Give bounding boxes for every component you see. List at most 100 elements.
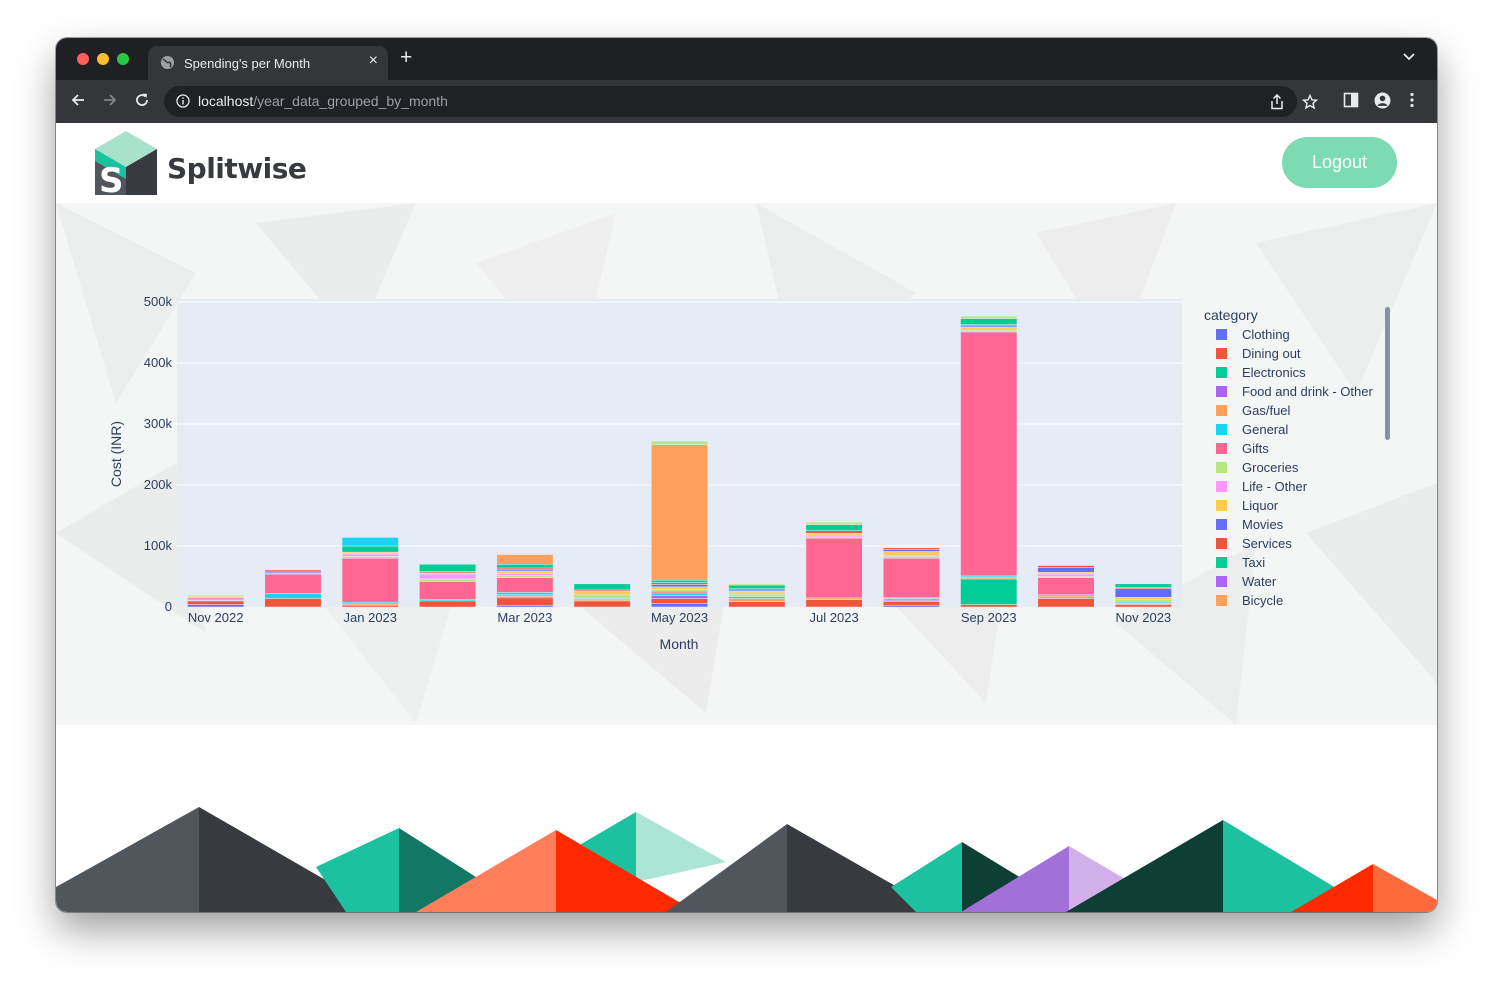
bar-segment[interactable] bbox=[187, 595, 245, 597]
legend-item[interactable]: Food and drink - Other bbox=[1216, 384, 1373, 399]
bar-segment[interactable] bbox=[960, 578, 1018, 605]
bar-segment[interactable] bbox=[651, 592, 708, 596]
bar-segment[interactable] bbox=[419, 564, 477, 572]
bar-segment[interactable] bbox=[882, 604, 940, 608]
bar-segment[interactable] bbox=[805, 597, 863, 600]
bar-segment[interactable] bbox=[341, 601, 399, 605]
profile-icon[interactable] bbox=[1374, 92, 1391, 109]
bar-segment[interactable] bbox=[496, 573, 554, 576]
side-panel-icon[interactable] bbox=[1343, 92, 1359, 108]
bar-segment[interactable] bbox=[1037, 571, 1095, 575]
legend-item[interactable]: Life - Other bbox=[1216, 479, 1308, 494]
bar-segment[interactable] bbox=[882, 551, 940, 556]
bookmark-star-icon[interactable] bbox=[1302, 94, 1318, 110]
bar-segment[interactable] bbox=[882, 601, 940, 606]
bar-segment[interactable] bbox=[496, 577, 554, 593]
bar-segment[interactable] bbox=[496, 594, 554, 597]
bar-segment[interactable] bbox=[419, 578, 477, 582]
bar-segment[interactable] bbox=[728, 583, 786, 586]
bar-segment[interactable] bbox=[341, 553, 399, 557]
bar-segment[interactable] bbox=[882, 557, 940, 598]
close-window-button[interactable] bbox=[77, 53, 89, 65]
legend-scrollbar[interactable] bbox=[1385, 307, 1390, 440]
bar-segment[interactable] bbox=[960, 331, 1018, 577]
bar-segment[interactable] bbox=[187, 600, 245, 605]
bar-segment[interactable] bbox=[728, 596, 786, 599]
close-tab-icon[interactable]: × bbox=[369, 52, 378, 70]
bar-segment[interactable] bbox=[882, 547, 940, 550]
bar-segment[interactable] bbox=[651, 586, 708, 590]
share-icon[interactable] bbox=[1270, 94, 1284, 110]
bar-segment[interactable] bbox=[651, 590, 708, 594]
minimize-window-button[interactable] bbox=[97, 53, 109, 65]
bar-segment[interactable] bbox=[651, 603, 708, 608]
bar-segment[interactable] bbox=[728, 598, 786, 602]
bar-segment[interactable] bbox=[1114, 599, 1172, 603]
bar-segment[interactable] bbox=[264, 598, 322, 608]
bar-segment[interactable] bbox=[960, 604, 1018, 608]
bar-segment[interactable] bbox=[805, 537, 863, 599]
legend-item[interactable]: Liquor bbox=[1216, 498, 1279, 513]
bar-segment[interactable] bbox=[264, 569, 322, 572]
bar-segment[interactable] bbox=[496, 567, 554, 571]
bar-segment[interactable] bbox=[805, 599, 863, 608]
bar-segment[interactable] bbox=[1114, 588, 1172, 598]
bar-segment[interactable] bbox=[728, 584, 786, 589]
info-icon[interactable] bbox=[176, 94, 190, 108]
bar-segment[interactable] bbox=[805, 534, 863, 538]
bar-segment[interactable] bbox=[341, 545, 399, 553]
bar-segment[interactable] bbox=[496, 575, 554, 578]
bar-segment[interactable] bbox=[960, 318, 1018, 325]
bar-segment[interactable] bbox=[960, 315, 1018, 319]
bar-segment[interactable] bbox=[1037, 567, 1095, 573]
maximize-window-button[interactable] bbox=[117, 53, 129, 65]
bar-segment[interactable] bbox=[728, 593, 786, 597]
legend-item[interactable]: Groceries bbox=[1216, 460, 1299, 475]
legend-item[interactable]: Gas/fuel bbox=[1216, 403, 1291, 418]
bar-segment[interactable] bbox=[341, 557, 399, 603]
bar-segment[interactable] bbox=[960, 576, 1018, 580]
bar-segment[interactable] bbox=[651, 444, 708, 581]
bar-segment[interactable] bbox=[651, 440, 708, 446]
bar-segment[interactable] bbox=[496, 597, 554, 606]
legend-item[interactable]: Taxi bbox=[1216, 555, 1265, 570]
bar-segment[interactable] bbox=[341, 551, 399, 555]
legend-item[interactable]: Dining out bbox=[1216, 346, 1301, 361]
reload-icon[interactable] bbox=[134, 92, 150, 108]
bar-segment[interactable] bbox=[960, 329, 1018, 333]
bar-segment[interactable] bbox=[651, 582, 708, 585]
bar-segment[interactable] bbox=[882, 556, 940, 559]
bar-segment[interactable] bbox=[1037, 573, 1095, 577]
bar-segment[interactable] bbox=[341, 604, 399, 608]
bar-segment[interactable] bbox=[573, 583, 631, 591]
bar-segment[interactable] bbox=[651, 589, 708, 592]
forward-arrow-icon[interactable] bbox=[102, 92, 118, 108]
bar-segment[interactable] bbox=[341, 537, 399, 547]
bar-segment[interactable] bbox=[651, 598, 708, 604]
back-arrow-icon[interactable] bbox=[70, 92, 86, 108]
bar-segment[interactable] bbox=[496, 554, 554, 565]
bar-segment[interactable] bbox=[728, 601, 786, 608]
bar-segment[interactable] bbox=[1114, 596, 1172, 600]
bar-segment[interactable] bbox=[496, 592, 554, 596]
legend-item[interactable]: Clothing bbox=[1216, 327, 1290, 342]
more-menu-icon[interactable] bbox=[1410, 92, 1414, 108]
bar-segment[interactable] bbox=[805, 530, 863, 534]
legend-item[interactable]: Bicycle bbox=[1216, 593, 1283, 608]
bar-segment[interactable] bbox=[651, 579, 708, 583]
legend-item[interactable]: Electronics bbox=[1216, 365, 1306, 380]
bar-segment[interactable] bbox=[1037, 595, 1095, 599]
bar-segment[interactable] bbox=[805, 521, 863, 525]
bar-segment[interactable] bbox=[1114, 583, 1172, 588]
bar-segment[interactable] bbox=[496, 570, 554, 574]
bar-segment[interactable] bbox=[264, 593, 322, 599]
bar-segment[interactable] bbox=[496, 604, 554, 608]
legend-item[interactable]: Movies bbox=[1216, 517, 1284, 532]
bar-segment[interactable] bbox=[1037, 565, 1095, 568]
legend-item[interactable]: General bbox=[1216, 422, 1288, 437]
bar-segment[interactable] bbox=[805, 524, 863, 532]
bar-segment[interactable] bbox=[419, 581, 477, 600]
bar-segment[interactable] bbox=[882, 549, 940, 552]
bar-segment[interactable] bbox=[1037, 598, 1095, 608]
chevron-down-icon[interactable] bbox=[1403, 53, 1415, 61]
